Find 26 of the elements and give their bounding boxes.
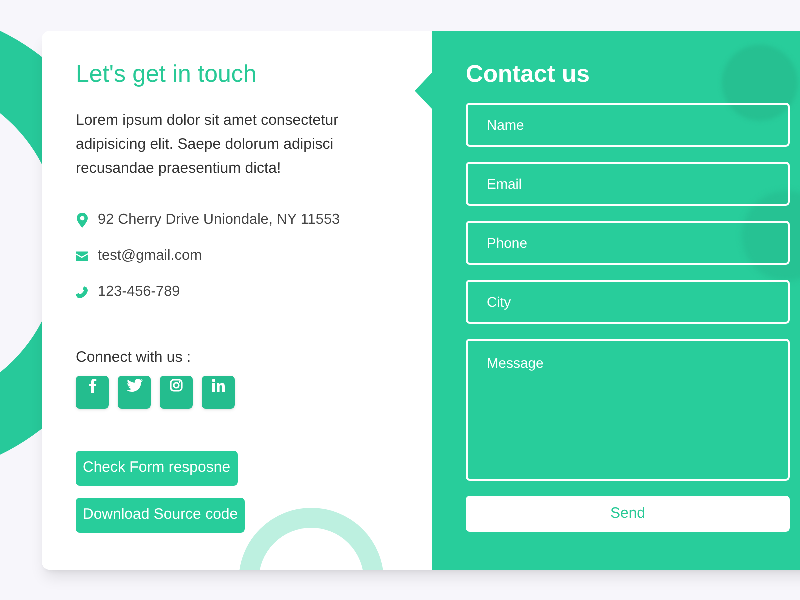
form-title: Contact us — [466, 63, 592, 87]
message-field[interactable]: Message — [466, 339, 790, 481]
send-button[interactable]: Send — [466, 496, 790, 532]
in-logo-icon — [212, 378, 225, 392]
action-button[interactable]: Check Form resposne — [76, 450, 238, 486]
input-field[interactable]: Email — [466, 162, 790, 206]
social-link[interactable] — [202, 376, 235, 409]
social-link[interactable] — [76, 376, 109, 409]
input-field[interactable]: City — [466, 280, 790, 324]
envelope-icon — [76, 251, 88, 262]
bird-icon — [126, 378, 142, 392]
phone-icon — [76, 286, 88, 299]
info-title: Let's get in touch — [76, 63, 258, 87]
input-field[interactable]: Phone — [466, 221, 790, 265]
social-link[interactable] — [160, 376, 193, 409]
info-description: Lorem ipsum dolor sit amet consectetur adipisicing elit. Saepe dolorum adipisci recusandae praesentium dicta! — [76, 111, 340, 179]
social-link[interactable] — [118, 376, 151, 409]
pin-icon — [76, 213, 88, 228]
camera-icon — [170, 378, 183, 392]
action-button[interactable]: Download Source code — [76, 498, 246, 533]
contact-text: 92 Cherry Drive Uniondale, NY 11553 — [98, 211, 340, 230]
input-field[interactable]: Name — [466, 103, 790, 147]
contact-text: test@gmail.com — [98, 246, 202, 266]
connect-label: Connect with us : — [76, 348, 192, 368]
f-logo-icon — [88, 378, 96, 393]
contact-text: 123-456-789 — [98, 282, 180, 302]
